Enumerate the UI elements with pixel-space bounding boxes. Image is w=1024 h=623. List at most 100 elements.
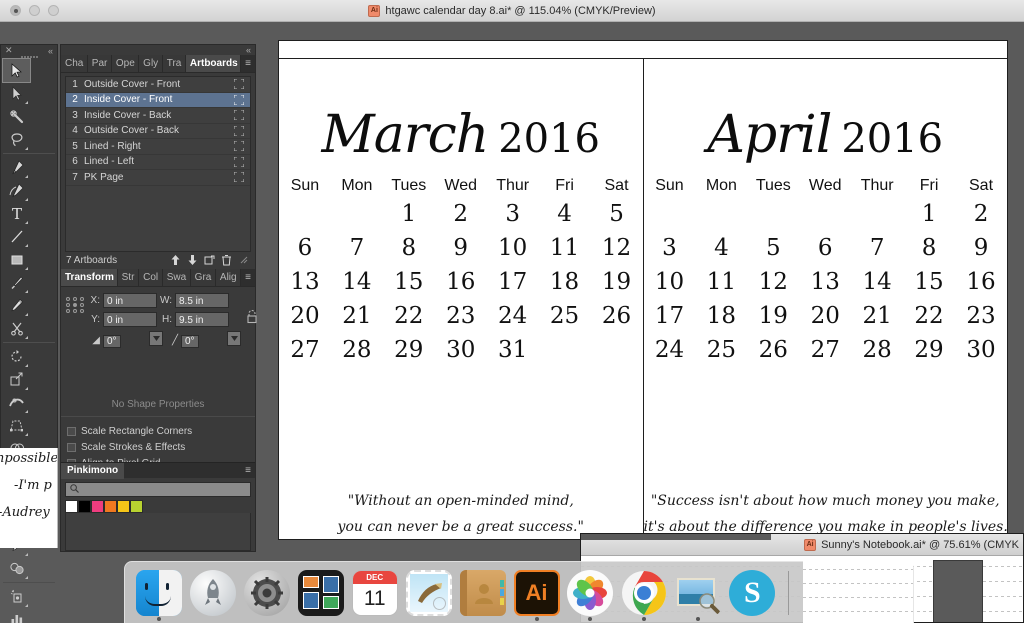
day-cell[interactable]: 12: [747, 265, 799, 299]
day-cell[interactable]: 14: [851, 265, 903, 299]
symbol-sprayer-tool[interactable]: [3, 585, 30, 608]
swatch-white[interactable]: [65, 500, 78, 513]
day-cell[interactable]: 2: [955, 197, 1007, 231]
day-cell[interactable]: 3: [487, 197, 539, 231]
dock-item-launchpad[interactable]: [189, 567, 237, 619]
move-down-icon[interactable]: [186, 254, 199, 267]
x-input[interactable]: 0 in: [103, 293, 157, 308]
day-cell[interactable]: 23: [955, 299, 1007, 333]
dock-item-preview[interactable]: [674, 567, 722, 621]
day-cell[interactable]: [747, 197, 799, 231]
ref-point[interactable]: [80, 303, 84, 307]
ref-point[interactable]: [73, 309, 77, 313]
artboard-row-2[interactable]: 2 Inside Cover - Front: [66, 92, 250, 108]
swatch-lime[interactable]: [130, 500, 143, 513]
panel-menu-icon[interactable]: ≡: [241, 269, 255, 286]
artboard-name[interactable]: Inside Cover - Back: [84, 110, 228, 121]
day-cell[interactable]: [851, 197, 903, 231]
artboard-options-icon[interactable]: [228, 94, 250, 105]
calendar-page-march[interactable]: March2016 Sun Mon Tues Wed Thur Fri Sat: [279, 59, 643, 539]
selection-tool[interactable]: [2, 58, 31, 83]
day-cell[interactable]: [644, 197, 696, 231]
day-cell[interactable]: 3: [644, 231, 696, 265]
day-cell[interactable]: 18: [695, 299, 747, 333]
day-cell[interactable]: 1: [383, 197, 435, 231]
option-scale-strokes-effects[interactable]: Scale Strokes & Effects: [67, 439, 249, 455]
close-icon[interactable]: ✕: [5, 45, 13, 56]
rotate-field[interactable]: 0°: [103, 331, 163, 349]
checkbox[interactable]: [67, 426, 76, 436]
day-cell[interactable]: 9: [955, 231, 1007, 265]
artboard-row-1[interactable]: 1 Outside Cover - Front: [66, 77, 250, 93]
day-cell[interactable]: 25: [539, 299, 591, 333]
calendar-page-april[interactable]: April2016 Sun Mon Tues Wed Thur Fri Sat: [644, 59, 1008, 539]
maximize-button[interactable]: [48, 5, 59, 16]
day-cell[interactable]: 11: [695, 265, 747, 299]
day-cell[interactable]: 11: [539, 231, 591, 265]
day-cell[interactable]: 28: [851, 333, 903, 367]
day-cell[interactable]: 13: [799, 265, 851, 299]
artboard-options-icon[interactable]: [228, 141, 250, 152]
artboard-row-5[interactable]: 5 Lined - Right: [66, 139, 250, 155]
tab-transform[interactable]: Transform: [61, 269, 118, 286]
artboard-name[interactable]: PK Page: [84, 172, 228, 183]
day-cell[interactable]: 7: [851, 231, 903, 265]
tab-paragraph[interactable]: Par: [87, 55, 112, 72]
dock-item-mail[interactable]: [405, 567, 453, 619]
day-cell[interactable]: [591, 333, 643, 367]
dock-item-skype[interactable]: S: [728, 567, 776, 619]
selected-artboard-block[interactable]: [933, 560, 983, 622]
ref-point[interactable]: [66, 297, 70, 301]
day-cell[interactable]: 4: [695, 231, 747, 265]
artboard-name[interactable]: Outside Cover - Back: [84, 125, 228, 136]
rotate-tool[interactable]: [3, 345, 30, 368]
macos-dock[interactable]: DEC 11 Ai S: [124, 561, 914, 623]
collapse-icon[interactable]: «: [48, 46, 53, 56]
reference-point-selector[interactable]: [66, 293, 84, 313]
docked-panel-group[interactable]: « Cha Par Ope Gly Tra Artboards ≡ 1 Outs…: [60, 44, 257, 552]
day-cell[interactable]: 24: [487, 299, 539, 333]
ref-point[interactable]: [80, 309, 84, 313]
artboard-row-7[interactable]: 7 PK Page: [66, 170, 250, 186]
dock-item-chrome[interactable]: [620, 567, 668, 621]
calendar-grid-april[interactable]: Sun Mon Tues Wed Thur Fri Sat 1 2 3 4 5 …: [644, 175, 1008, 367]
day-cell[interactable]: 12: [591, 231, 643, 265]
day-cell[interactable]: 4: [539, 197, 591, 231]
day-cell[interactable]: 2: [435, 197, 487, 231]
rectangle-tool[interactable]: [3, 248, 30, 271]
day-cell[interactable]: 9: [435, 231, 487, 265]
new-artboard-icon[interactable]: [203, 254, 216, 267]
paintbrush-tool[interactable]: [3, 271, 30, 294]
day-cell[interactable]: 17: [487, 265, 539, 299]
swatch-black[interactable]: [78, 500, 91, 513]
dock-item-system-preferences[interactable]: [243, 567, 291, 619]
tab-glyphs[interactable]: Gly: [139, 55, 163, 72]
day-cell[interactable]: 24: [644, 333, 696, 367]
chevron-down-icon[interactable]: [149, 331, 163, 346]
tab-stroke[interactable]: Str: [117, 269, 140, 286]
ref-point[interactable]: [66, 303, 70, 307]
magic-wand-tool[interactable]: [3, 105, 30, 128]
day-cell[interactable]: 18: [539, 265, 591, 299]
rotate-input[interactable]: 0°: [103, 335, 121, 348]
day-cell[interactable]: 21: [331, 299, 383, 333]
tab-color[interactable]: Col: [139, 269, 163, 286]
column-graph-tool[interactable]: [3, 608, 30, 623]
day-cell[interactable]: 22: [383, 299, 435, 333]
ref-point[interactable]: [66, 309, 70, 313]
tab-character[interactable]: Cha: [61, 55, 88, 72]
dock-item-contacts[interactable]: [459, 567, 507, 619]
ref-point[interactable]: [80, 297, 84, 301]
free-transform-tool[interactable]: [3, 414, 30, 437]
panel-tabs-transform[interactable]: Transform Str Col Swa Gra Alig ≡: [61, 269, 255, 287]
panel-menu-icon[interactable]: ≡: [241, 55, 255, 72]
dock-item-illustrator[interactable]: Ai: [513, 567, 561, 621]
artboards-footer[interactable]: 7 Artboards: [61, 252, 255, 268]
day-cell[interactable]: 29: [383, 333, 435, 367]
panel-tabs-top[interactable]: Cha Par Ope Gly Tra Artboards ≡: [61, 55, 255, 73]
chevron-down-icon[interactable]: [227, 331, 241, 346]
w-input[interactable]: 8.5 in: [175, 293, 229, 308]
panel-menu-icon[interactable]: ≡: [241, 465, 255, 476]
day-cell[interactable]: 7: [331, 231, 383, 265]
day-cell[interactable]: 14: [331, 265, 383, 299]
